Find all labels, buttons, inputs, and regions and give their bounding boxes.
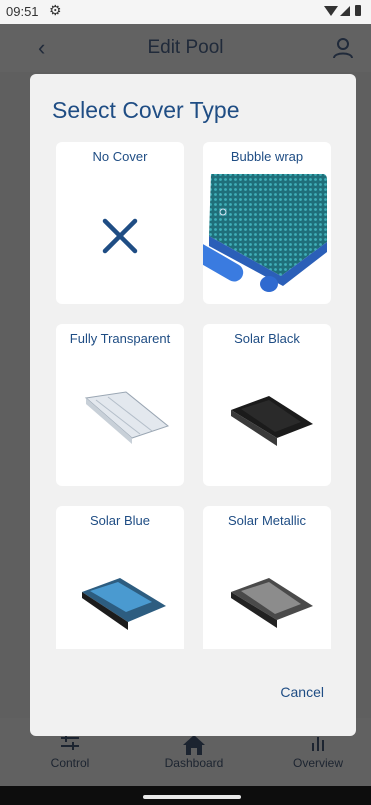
- nav-item-control[interactable]: Control: [48, 734, 92, 770]
- solar-metallic-cover-image: [203, 536, 331, 649]
- home-icon: [160, 734, 228, 756]
- user-profile-icon[interactable]: [331, 36, 355, 60]
- dialog-title: Select Cover Type: [52, 97, 240, 123]
- cover-option-label: No Cover: [92, 149, 148, 164]
- nav-label-dashboard: Dashboard: [164, 756, 224, 770]
- solar-black-cover-image: [203, 354, 331, 486]
- wifi-icon: [324, 5, 338, 16]
- status-icons: [324, 5, 361, 16]
- nav-label-overview: Overview: [292, 756, 343, 770]
- cover-option-label: Solar Black: [234, 331, 300, 346]
- cover-type-grid: No Cover Bubble wrap Fully Transparent S…: [56, 142, 332, 649]
- cover-option-solar-metallic[interactable]: Solar Metallic: [203, 506, 331, 649]
- page-title: Edit Pool: [147, 37, 224, 58]
- bar-chart-icon: [289, 734, 347, 756]
- status-bar: 09:51 ⚙: [0, 0, 371, 24]
- cover-option-no-cover[interactable]: No Cover: [56, 142, 184, 304]
- cover-option-label: Fully Transparent: [69, 331, 171, 346]
- app-bar: ‹ Edit Pool: [0, 24, 371, 72]
- solar-blue-cover-image: [56, 536, 184, 649]
- cover-option-bubble-wrap[interactable]: Bubble wrap: [203, 142, 331, 304]
- transparent-cover-image: [56, 354, 184, 486]
- cover-option-solar-blue[interactable]: Solar Blue: [56, 506, 184, 649]
- sliders-icon: [48, 734, 92, 756]
- gesture-navigation-area: [0, 786, 371, 805]
- home-gesture-handle[interactable]: [143, 795, 241, 799]
- cover-option-label: Solar Blue: [90, 513, 150, 528]
- no-cover-x-icon: [56, 172, 184, 304]
- status-time: 09:51: [6, 4, 39, 19]
- bubble-wrap-image: [203, 172, 331, 304]
- nav-label-control: Control: [50, 756, 90, 770]
- signal-icon: [340, 5, 350, 16]
- nav-item-dashboard[interactable]: Dashboard: [160, 734, 228, 770]
- cover-option-fully-transparent[interactable]: Fully Transparent: [56, 324, 184, 486]
- battery-icon: [355, 5, 361, 16]
- cover-option-label: Solar Metallic: [227, 513, 307, 528]
- cover-option-solar-black[interactable]: Solar Black: [203, 324, 331, 486]
- settings-gear-icon: ⚙: [49, 2, 62, 18]
- nav-item-overview[interactable]: Overview: [289, 734, 347, 770]
- cancel-button[interactable]: Cancel: [280, 684, 324, 700]
- cover-option-label: Bubble wrap: [230, 149, 304, 164]
- select-cover-dialog: Select Cover Type No Cover Bubble wrap F…: [30, 74, 356, 736]
